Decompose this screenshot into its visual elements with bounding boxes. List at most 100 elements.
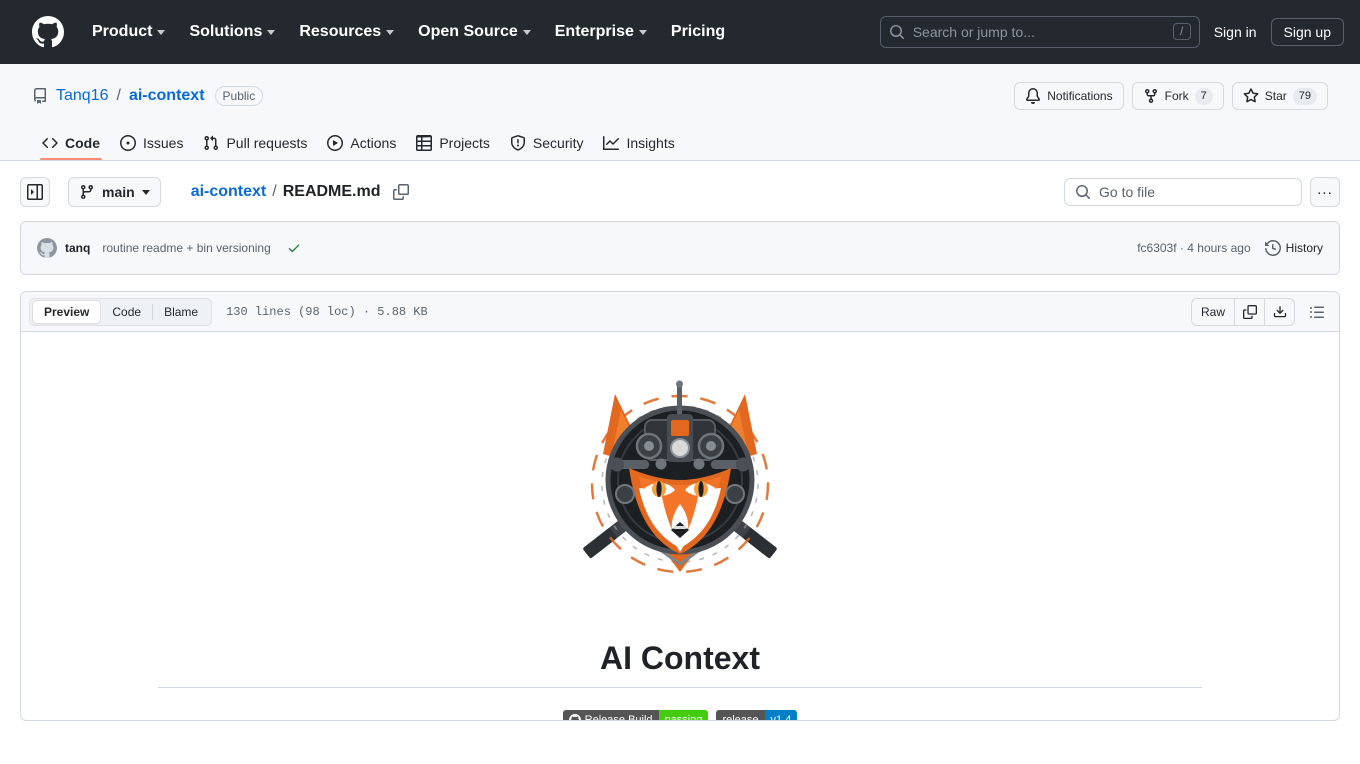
star-button[interactable]: Star 79 [1231,82,1328,110]
commit-author[interactable]: tanq [65,241,90,255]
repo-title: Tanq16 / ai-context Public [32,86,264,106]
chevron-down-icon [522,30,531,35]
commit-meta-separator: · [1179,241,1184,255]
tab-pull-requests[interactable]: Pull requests [193,135,317,160]
release-build-badge[interactable]: Release Build passing [562,710,709,721]
branch-name: main [102,184,135,200]
copy-raw-content-button[interactable] [1234,298,1264,325]
global-header-right: Search or jump to... / Sign in Sign up [879,15,1344,48]
view-tab-preview[interactable]: Preview [32,299,102,324]
view-tab-blame[interactable]: Blame [153,300,209,324]
chevron-down-icon [386,30,395,35]
tab-issues[interactable]: Issues [110,135,193,160]
view-tab-code[interactable]: Code [101,300,152,324]
goto-file-input[interactable]: Go to file [1064,178,1302,206]
mechanical-fox-logo-icon [583,380,777,574]
kebab-horizontal-icon: ... [1317,180,1333,198]
raw-button[interactable]: Raw [1192,299,1234,325]
file-nav-right: Go to file ... [1064,177,1340,207]
file-meta: 130 lines (98 loc) · 5.88 KB [226,304,428,319]
file-view-switch: Preview Code Blame [29,297,213,326]
sign-in-link[interactable]: Sign in [1214,24,1257,40]
tab-security-label: Security [532,135,584,151]
tab-code-label: Code [65,135,100,151]
repo-name-link[interactable]: ai-context [129,87,205,105]
raw-button-group: Raw [1190,297,1295,326]
branch-selector[interactable]: main [68,177,161,207]
global-nav-item-open-source[interactable]: Open Source [406,15,543,49]
readme-rendered-body: AI Context Release Build passing release… [21,332,1339,721]
sidebar-expand-icon [27,184,43,200]
notifications-label: Notifications [1047,89,1113,103]
tab-security[interactable]: Security [500,135,594,160]
star-icon [1243,88,1259,103]
fork-label: Fork [1164,89,1189,103]
commit-message[interactable]: routine readme + bin versioning [102,241,270,255]
issue-opened-icon [120,135,136,151]
global-nav-item-solutions[interactable]: Solutions [177,15,287,49]
badge-label: Release Build [584,714,653,721]
repo-owner-link[interactable]: Tanq16 [56,87,109,105]
global-nav-label: Enterprise [554,22,634,40]
repo-title-separator: / [116,87,121,104]
chevron-down-icon [157,30,166,35]
search-icon [1076,185,1091,200]
badge-row: Release Build passing release v1.4 [158,710,1202,721]
repo-overflow-menu-button[interactable]: ... [1310,177,1340,207]
readme-content: AI Context Release Build passing release… [158,364,1202,721]
tab-projects-label: Projects [439,135,490,151]
commit-sha[interactable]: fc6303f [1137,241,1176,255]
sidebar-toggle-button[interactable] [20,177,50,207]
avatar[interactable] [37,238,57,258]
breadcrumb-separator: / [272,183,277,200]
copy-icon [392,184,409,200]
global-nav: Product Solutions Resources Open Source … [80,15,737,49]
download-raw-file-button[interactable] [1264,298,1294,325]
code-icon [42,137,58,149]
fork-button[interactable]: Fork 7 [1131,82,1224,110]
breadcrumb-repo-link[interactable]: ai-context [191,183,267,201]
git-pull-request-icon [204,135,219,151]
star-label: Star [1264,89,1287,103]
badge-value: v1.4 [764,710,798,720]
global-nav-item-product[interactable]: Product [80,15,177,49]
latest-commit-row: tanq routine readme + bin versioning fc6… [20,221,1340,275]
github-mark-icon[interactable] [32,15,64,48]
notifications-button[interactable]: Notifications [1014,82,1124,110]
file-nav-bar: main ai-context / README.md Go to file .… [0,161,1360,221]
file-outline-button[interactable] [1303,298,1331,326]
commit-status-check-icon[interactable] [287,241,301,255]
history-icon [1264,240,1281,256]
file-toolbar: Preview Code Blame 130 lines (98 loc) · … [21,292,1339,332]
bell-icon [1026,88,1041,104]
global-nav-label: Open Source [418,22,518,40]
tab-actions[interactable]: Actions [317,135,406,160]
release-version-badge[interactable]: release v1.4 [716,710,798,720]
graph-icon [603,136,620,150]
global-nav-label: Pricing [670,22,726,40]
commit-time: 4 hours ago [1187,241,1251,255]
table-icon [416,135,433,151]
shield-icon [510,135,525,151]
badge-left: Release Build [562,710,659,721]
check-icon [288,244,300,253]
tab-actions-label: Actions [350,135,397,151]
global-nav-item-enterprise[interactable]: Enterprise [543,15,659,49]
tab-projects[interactable]: Projects [406,135,500,160]
badge-value: passing [658,710,709,720]
list-unordered-icon [1310,306,1324,318]
tab-insights[interactable]: Insights [593,135,684,160]
history-link[interactable]: History [1264,240,1323,256]
copy-path-button[interactable] [392,184,409,200]
badge-label: release [716,710,765,720]
global-nav-label: Resources [299,22,382,40]
global-nav-item-resources[interactable]: Resources [287,15,406,49]
repo-title-row: Tanq16 / ai-context Public Notifications… [32,80,1328,112]
tab-code[interactable]: Code [32,135,110,160]
global-nav-item-pricing[interactable]: Pricing [659,15,737,49]
global-header: Product Solutions Resources Open Source … [0,0,1360,64]
global-nav-label: Solutions [189,22,263,40]
download-icon [1273,305,1286,317]
sign-up-button[interactable]: Sign up [1270,17,1344,46]
search-input[interactable]: Search or jump to... / [879,15,1200,48]
